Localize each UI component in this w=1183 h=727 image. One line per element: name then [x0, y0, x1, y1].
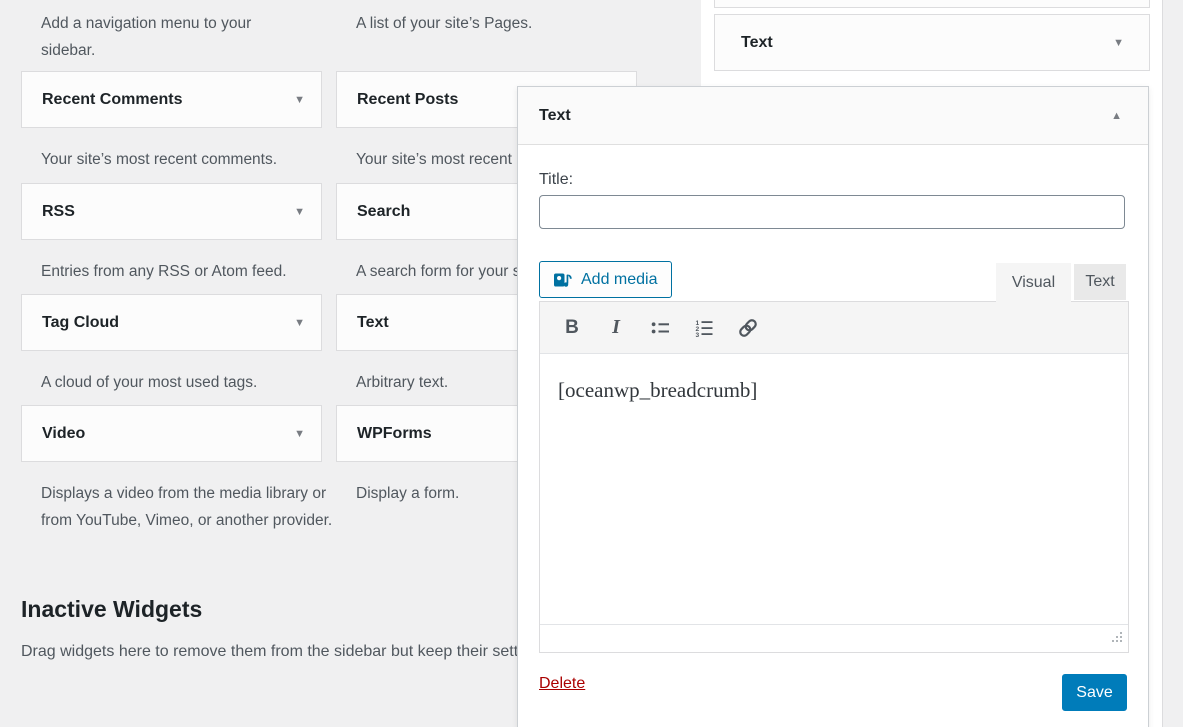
widget-card-recent-comments[interactable]: Recent Comments ▼: [21, 71, 322, 128]
widget-description: Entries from any RSS or Atom feed.: [41, 258, 331, 285]
widget-description: Displays a video from the media library …: [41, 480, 333, 534]
bulleted-list-icon: [650, 318, 670, 338]
add-media-button[interactable]: Add media: [539, 261, 672, 298]
tab-text[interactable]: Text: [1074, 264, 1126, 300]
tab-visual[interactable]: Visual: [996, 263, 1071, 303]
add-media-label: Add media: [581, 271, 658, 289]
widget-description: Add a navigation menu to your sidebar.: [41, 10, 291, 64]
chevron-down-icon[interactable]: ▼: [294, 206, 305, 218]
italic-icon: I: [612, 316, 620, 339]
chevron-down-icon[interactable]: ▼: [294, 317, 305, 329]
resize-grip-icon[interactable]: [1110, 631, 1123, 644]
delete-widget-link[interactable]: Delete: [539, 675, 585, 693]
widget-panel-header[interactable]: Text ▲: [518, 87, 1148, 145]
inactive-widgets-description: Drag widgets here to remove them from th…: [21, 638, 561, 665]
widget-title: RSS: [22, 203, 75, 221]
widget-title-input[interactable]: [539, 195, 1125, 229]
chevron-down-icon[interactable]: ▼: [294, 94, 305, 106]
insert-link-button[interactable]: [731, 312, 765, 344]
editor-statusbar: [540, 625, 1128, 651]
numbered-list-icon: 1 2 3: [694, 318, 714, 338]
widget-card-tag-cloud[interactable]: Tag Cloud ▼: [21, 294, 322, 351]
widget-title: Text: [518, 107, 571, 125]
widget-title: Text: [337, 314, 389, 332]
widget-title: WPForms: [337, 425, 432, 443]
widget-card-text-collapsed[interactable]: Text ▼: [714, 14, 1150, 71]
widget-description: A cloud of your most used tags.: [41, 369, 331, 396]
numbered-list-button[interactable]: 1 2 3: [687, 312, 721, 344]
chevron-down-icon[interactable]: ▼: [294, 428, 305, 440]
widget-title: Search: [337, 203, 410, 221]
media-icon: [553, 270, 573, 290]
save-button[interactable]: Save: [1062, 674, 1127, 711]
title-label: Title:: [539, 171, 573, 189]
bulleted-list-button[interactable]: [643, 312, 677, 344]
editor-content[interactable]: [oceanwp_breadcrumb]: [540, 354, 1128, 625]
widget-description: A list of your site’s Pages.: [356, 10, 626, 37]
visual-editor: B I: [539, 301, 1129, 653]
bold-icon: B: [565, 317, 579, 339]
widget-card-rss[interactable]: RSS ▼: [21, 183, 322, 240]
svg-text:3: 3: [696, 332, 700, 338]
widget-card-partial[interactable]: [714, 0, 1150, 8]
chevron-up-icon[interactable]: ▲: [1111, 110, 1122, 122]
widget-title: Recent Comments: [22, 91, 182, 109]
widget-card-video[interactable]: Video ▼: [21, 405, 322, 462]
editor-toolbar: B I: [540, 302, 1128, 354]
widget-title: Tag Cloud: [22, 314, 119, 332]
widgets-admin-screen: Add a navigation menu to your sidebar. A…: [0, 0, 1183, 727]
italic-button[interactable]: I: [599, 312, 633, 344]
inactive-widgets-heading: Inactive Widgets: [21, 596, 202, 623]
link-icon: [737, 317, 759, 339]
widget-title: Text: [715, 34, 773, 52]
widget-description: Your site’s most recent comments.: [41, 146, 331, 173]
chevron-down-icon[interactable]: ▼: [1113, 37, 1124, 49]
widget-title: Video: [22, 425, 85, 443]
text-widget-editor-panel: Text ▲ Title: Add media Visual Text: [517, 86, 1149, 727]
widget-title: Recent Posts: [337, 91, 458, 109]
bold-button[interactable]: B: [555, 312, 589, 344]
